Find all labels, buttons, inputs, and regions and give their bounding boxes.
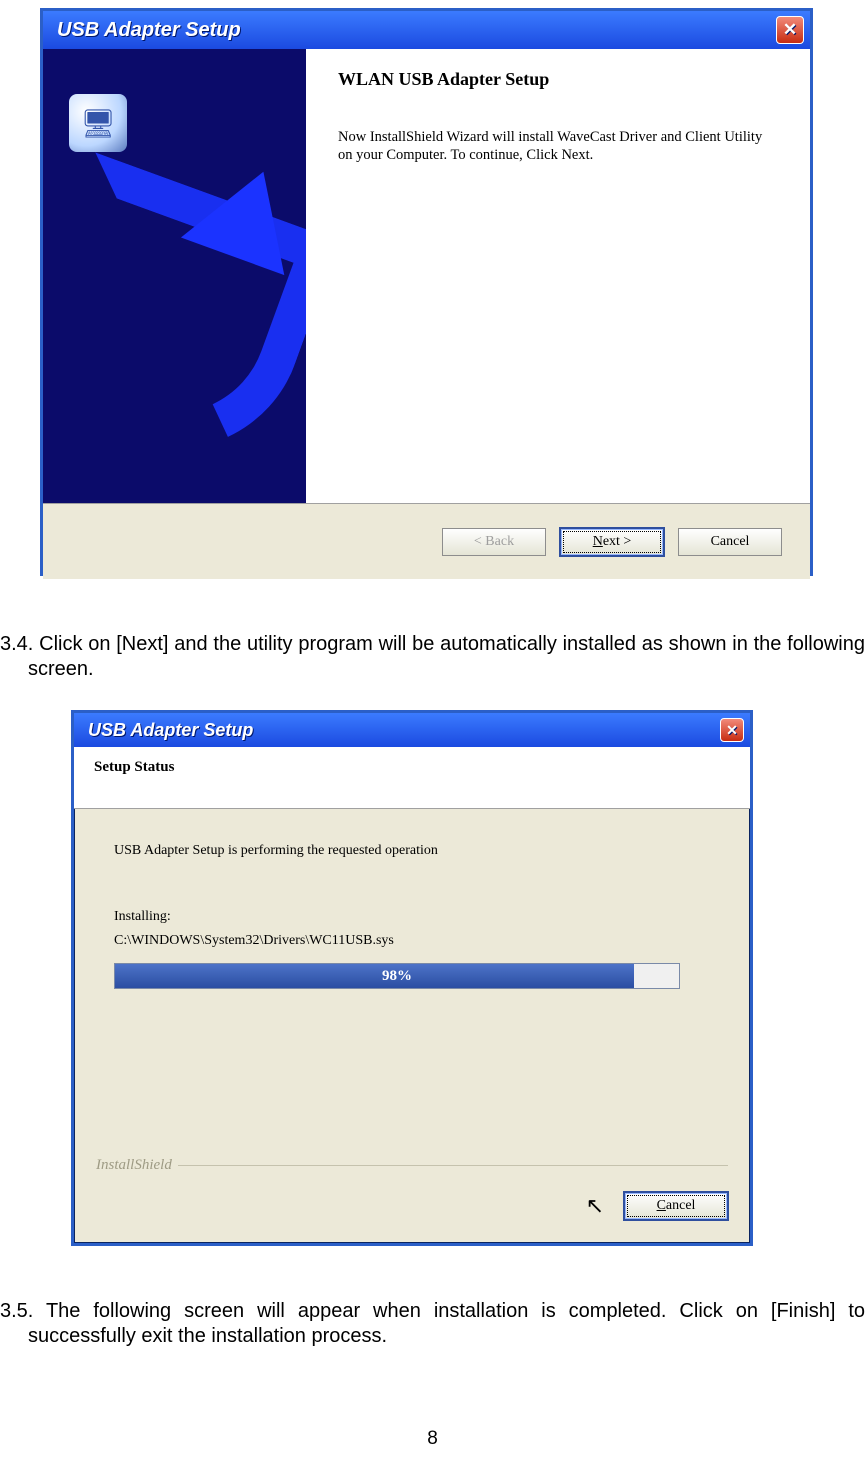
titlebar[interactable]: USB Adapter Setup ✕: [43, 11, 810, 49]
dialog-footer: InstallShield ↖ Cancel: [74, 1147, 750, 1243]
installing-label: Installing:: [114, 909, 710, 925]
instruction-text: 3.4. Click on [Next] and the utility pro…: [0, 632, 865, 682]
close-icon: ✕: [726, 722, 738, 739]
dialog-footer: < Back Next > Cancel: [43, 503, 810, 579]
dialog-description: Now InstallShield Wizard will install Wa…: [338, 128, 780, 164]
cancel-button-label: Cancel: [711, 534, 750, 550]
divider: [178, 1165, 728, 1166]
cancel-button-label: Cancel: [657, 1198, 696, 1214]
dialog-setup-status: USB Adapter Setup ✕ Setup Status USB Ada…: [71, 710, 753, 1246]
close-icon: ✕: [783, 20, 797, 40]
installshield-arrow-icon: [43, 159, 306, 499]
next-button-label: Next >: [593, 534, 632, 550]
dialog-text-area: WLAN USB Adapter Setup Now InstallShield…: [338, 69, 780, 164]
next-button[interactable]: Next >: [560, 528, 664, 556]
dialog-body: 🖥 WLAN USB Adapter Setup Now InstallShie…: [43, 49, 810, 503]
progress-text: 98%: [382, 968, 412, 985]
window-title: USB Adapter Setup: [57, 19, 241, 42]
cursor-icon: ↖: [586, 1193, 604, 1219]
close-button[interactable]: ✕: [776, 16, 804, 44]
dialog-wlan-setup: USB Adapter Setup ✕ 🖥 WLAN USB Adapter S…: [40, 8, 813, 576]
back-button: < Back: [442, 528, 546, 556]
progress-fill: [115, 964, 634, 988]
window-title: USB Adapter Setup: [88, 720, 253, 741]
installshield-brand: InstallShield: [96, 1157, 172, 1174]
dialog-heading: WLAN USB Adapter Setup: [338, 69, 780, 90]
instruction-3-4: 3.4. Click on [Next] and the utility pro…: [0, 632, 865, 682]
side-panel-graphic: 🖥: [43, 49, 306, 503]
dialog-body: USB Adapter Setup is performing the requ…: [74, 809, 750, 999]
close-button[interactable]: ✕: [720, 718, 744, 742]
dialog-subtitle: Setup Status: [94, 759, 730, 776]
cancel-button[interactable]: Cancel: [624, 1192, 728, 1220]
titlebar[interactable]: USB Adapter Setup ✕: [74, 713, 750, 747]
dialog-header: Setup Status: [74, 747, 750, 809]
installing-path: C:\WINDOWS\System32\Drivers\WC11USB.sys: [114, 933, 710, 949]
instruction-text: 3.5. The following screen will appear wh…: [0, 1299, 865, 1349]
progress-bar: 98%: [114, 963, 680, 989]
page-number: 8: [0, 1428, 865, 1450]
computer-icon: 🖥: [69, 94, 127, 152]
operation-text: USB Adapter Setup is performing the requ…: [114, 843, 710, 859]
instruction-3-5: 3.5. The following screen will appear wh…: [0, 1299, 865, 1349]
brand-row: InstallShield: [96, 1157, 728, 1174]
cancel-button[interactable]: Cancel: [678, 528, 782, 556]
back-button-label: < Back: [474, 534, 514, 550]
